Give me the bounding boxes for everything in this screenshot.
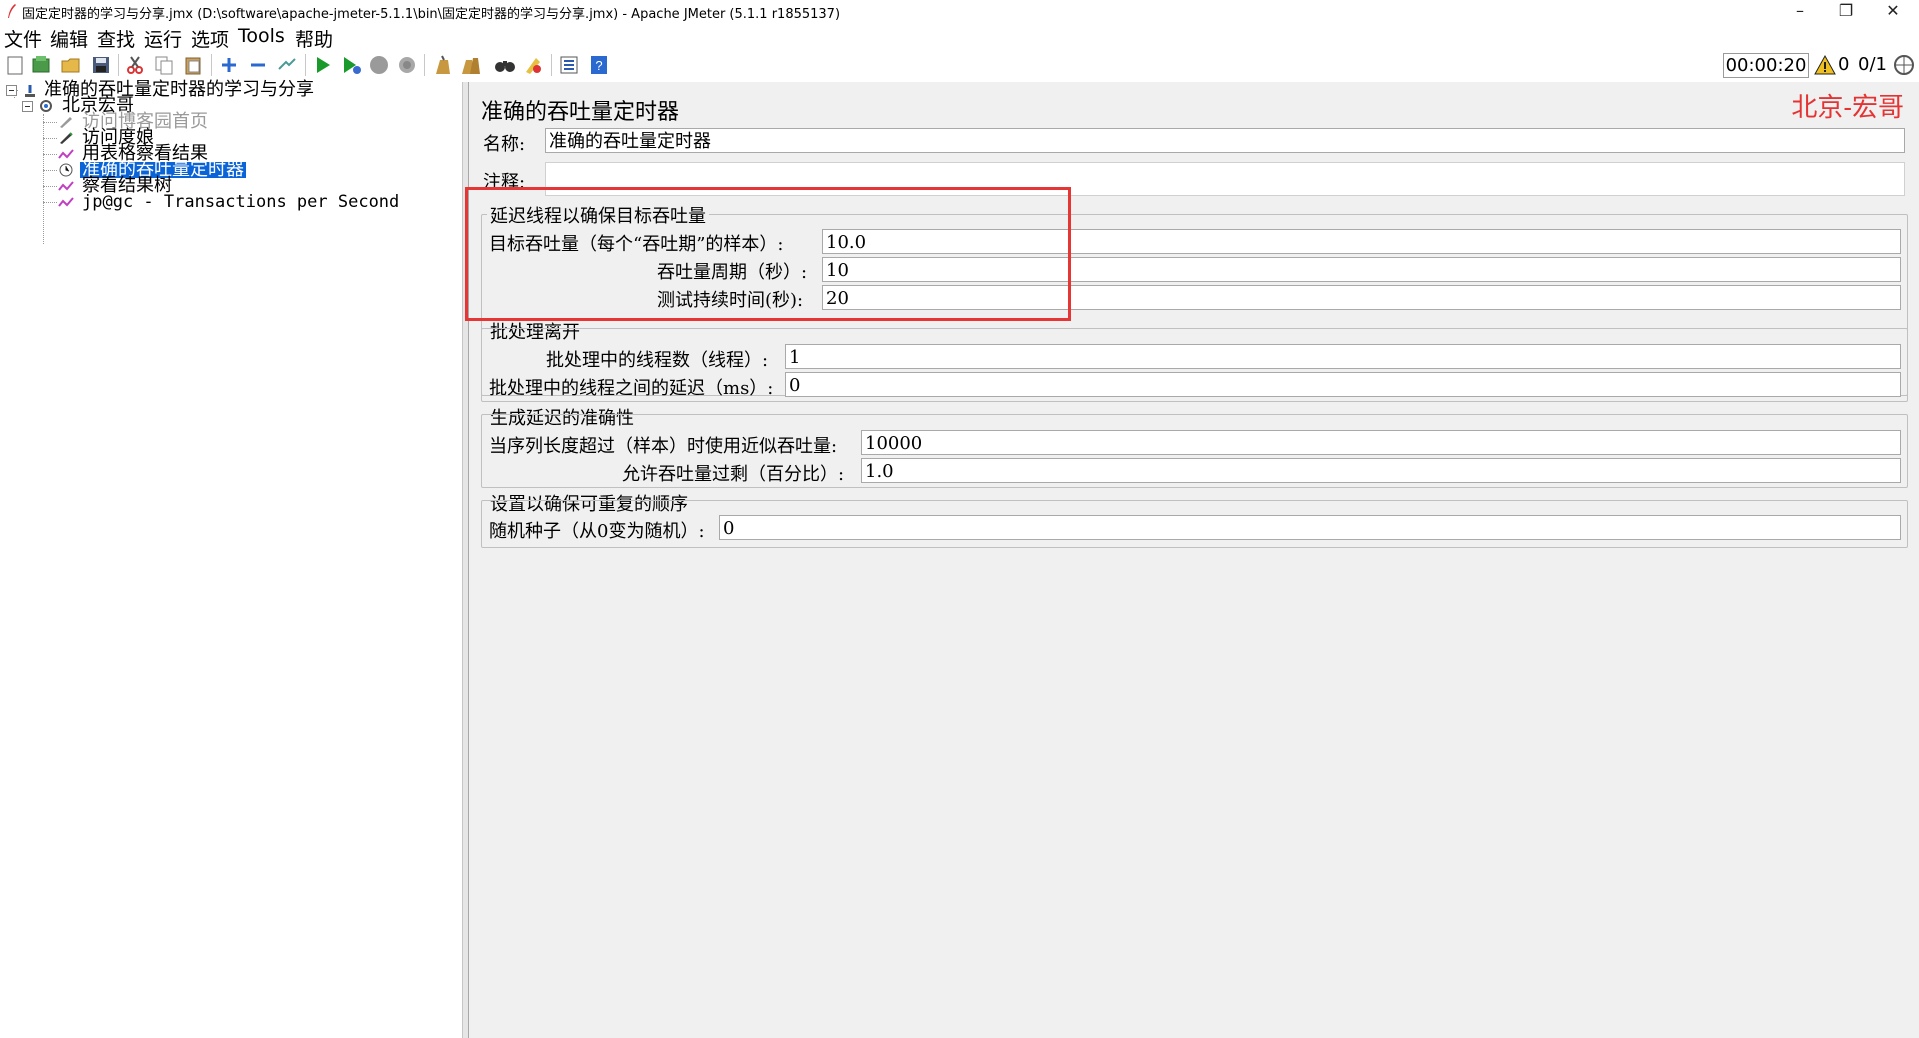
function-helper-icon[interactable] (558, 54, 580, 76)
highlight-annotation-box (465, 187, 1071, 321)
jmeter-feather-icon (8, 4, 16, 18)
start-no-pauses-icon[interactable] (340, 54, 362, 76)
elapsed-time: 00:00:20 (1723, 53, 1809, 78)
paste-icon[interactable] (182, 54, 204, 76)
name-label: 名称: (483, 134, 526, 155)
active-threads: 0/1 (1858, 54, 1887, 75)
toolbar-separator (551, 54, 552, 76)
toolbar-separator (424, 54, 425, 76)
sampler-pencil-icon (60, 117, 72, 128)
remote-status-icon[interactable] (1893, 54, 1915, 76)
listener-chart-icon (58, 149, 74, 159)
repeatable-order-border (481, 500, 1908, 548)
batch-departures-border (481, 328, 1908, 402)
search-binoculars-icon[interactable] (494, 54, 516, 76)
thread-group-gear-icon (40, 100, 52, 112)
start-icon[interactable] (312, 54, 334, 76)
tree-connector (43, 202, 57, 204)
toolbar: ? 00:00:20 0 0/1 (0, 48, 1919, 83)
warning-icon[interactable] (1814, 54, 1836, 76)
new-file-icon[interactable] (4, 54, 26, 76)
toolbar-separator (305, 54, 306, 76)
test-plan-tree: 准确的吞吐量定时器的学习与分享 北京宏哥 访问博客园首页 访问度娘 用表格察看结… (0, 81, 462, 1038)
sampler-pencil-icon (60, 132, 73, 144)
clear-icon[interactable] (432, 54, 454, 76)
window-titlebar: 固定定时器的学习与分享.jmx (D:\software\apache-jmet… (0, 0, 1919, 24)
tree-connector (43, 186, 57, 188)
open-folder-icon[interactable] (60, 54, 82, 76)
warning-count: 0 (1838, 54, 1850, 75)
templates-icon[interactable] (30, 54, 52, 76)
tree-connector (43, 114, 45, 244)
author-watermark: 北京-宏哥 (1791, 92, 1904, 122)
listener-chart-icon (58, 197, 74, 207)
expand-all-icon[interactable] (218, 54, 240, 76)
toggle-icon[interactable] (276, 54, 298, 76)
panel-title: 准确的吞吐量定时器 (481, 100, 680, 125)
help-icon[interactable]: ? (588, 54, 610, 76)
window-title: 固定定时器的学习与分享.jmx (D:\software\apache-jmet… (22, 7, 841, 22)
copy-icon[interactable] (153, 54, 175, 76)
toolbar-separator (118, 54, 119, 76)
timer-clock-icon (59, 163, 73, 177)
clear-all-icon[interactable] (460, 54, 482, 76)
tree-connector (43, 154, 57, 156)
shutdown-icon[interactable] (396, 54, 418, 76)
toolbar-separator (211, 54, 212, 76)
minimize-button[interactable]: – (1777, 0, 1823, 24)
reset-search-icon[interactable] (522, 54, 544, 76)
name-field[interactable]: 准确的吞吐量定时器 (545, 128, 1905, 153)
listener-chart-icon (58, 181, 74, 191)
tree-collapse-icon[interactable] (6, 85, 17, 96)
tree-connector (43, 170, 57, 172)
tree-item-tps-listener[interactable]: jp@gc - Transactions per Second (82, 194, 399, 211)
collapse-all-icon[interactable] (247, 54, 269, 76)
menu-bar: 文件 编辑 查找 运行 选项 Tools 帮助 (0, 24, 1919, 51)
menu-tools[interactable]: Tools (238, 25, 285, 47)
stop-icon[interactable] (368, 54, 390, 76)
svg-text:?: ? (595, 58, 602, 73)
tree-collapse-icon[interactable] (22, 101, 33, 112)
accuracy-border (481, 414, 1908, 488)
cut-icon[interactable] (124, 54, 146, 76)
close-button[interactable]: ✕ (1870, 0, 1916, 24)
test-plan-icon (25, 85, 35, 97)
tree-connector (43, 122, 57, 124)
maximize-button[interactable]: ❐ (1823, 0, 1869, 24)
tree-connector (43, 138, 57, 140)
save-icon[interactable] (90, 54, 112, 76)
